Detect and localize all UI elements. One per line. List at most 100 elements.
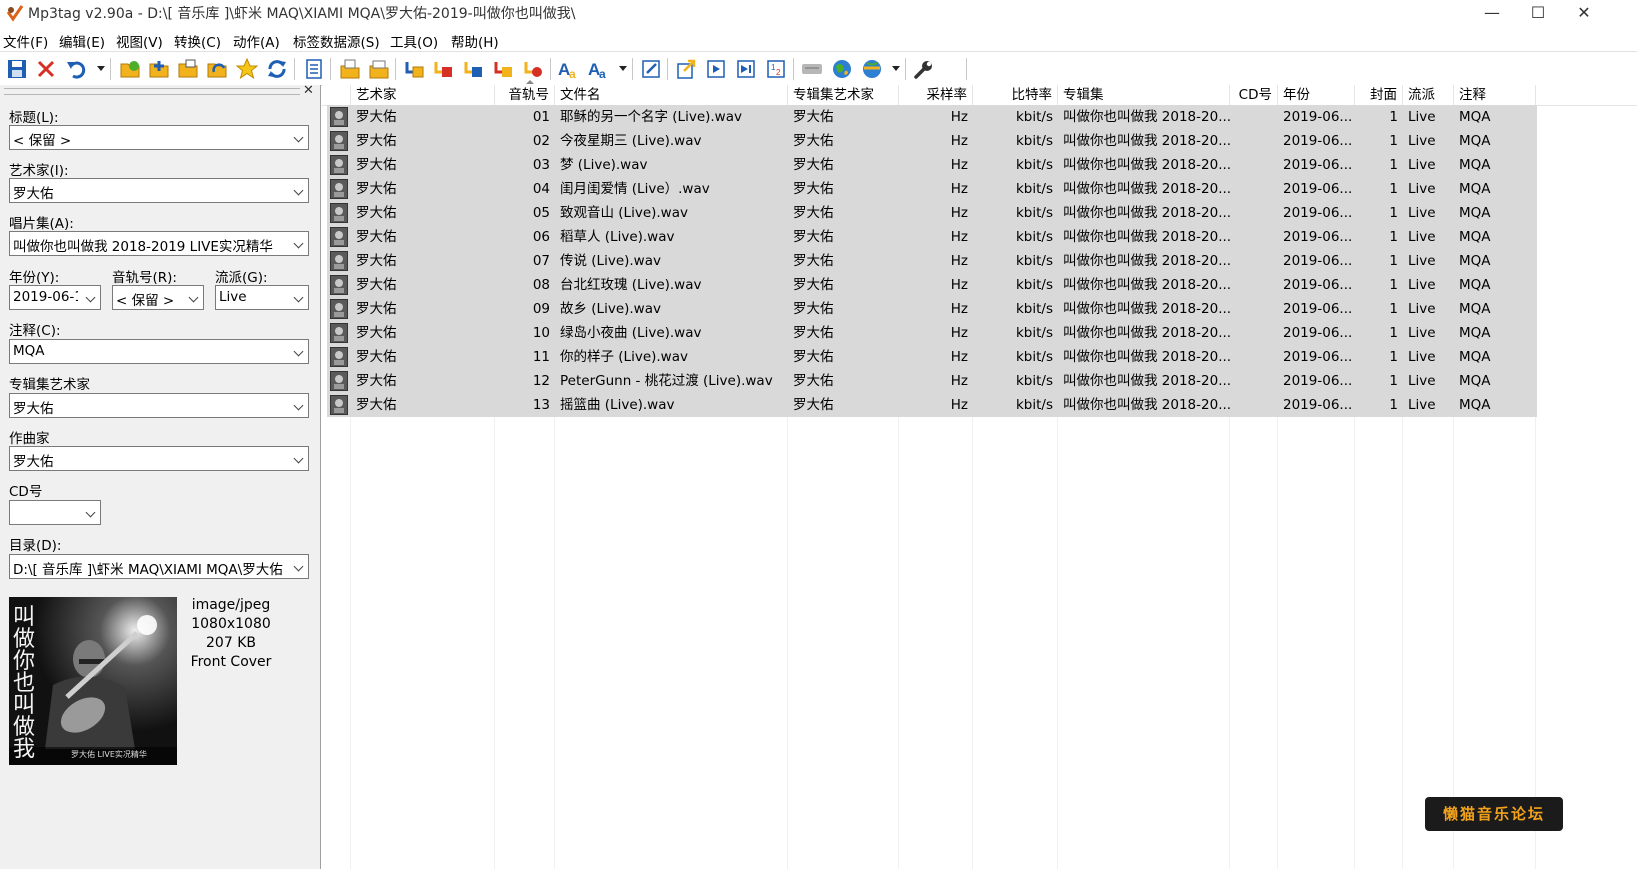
comment-combo[interactable]: MQA [9, 339, 309, 364]
remove-tag-icon[interactable] [33, 56, 59, 82]
header-samplerate[interactable]: 采样率 [899, 85, 973, 105]
table-row[interactable]: 罗大佑 01 耶稣的另一个名字 (Live).wav 罗大佑 Hz kbit/s 叫做你也叫… [327, 105, 1537, 129]
album-combo[interactable]: 叫做你也叫做我 2018-2019 LIVE实况精华 [9, 231, 309, 256]
table-row[interactable]: 罗大佑 04 闺月闺爱情 (Live）.wav 罗大佑 Hz kbit/s 叫做你也叫做我 … [327, 177, 1537, 201]
cell-disc [1230, 393, 1278, 417]
table-row[interactable]: 罗大佑 07 传说 (Live).wav 罗大佑 Hz kbit/s 叫做你也叫做我 201… [327, 249, 1537, 273]
save-icon[interactable] [4, 56, 30, 82]
header-filename[interactable]: 文件名 [555, 85, 788, 105]
menu-tag-sources[interactable]: 标签数据源(S) [293, 31, 380, 51]
header-icon-column[interactable] [322, 85, 351, 105]
maximize-button[interactable]: ☐ [1515, 0, 1561, 28]
web-source-dropdown-icon[interactable] [892, 66, 900, 71]
header-disc[interactable]: CD号 [1230, 85, 1278, 105]
cell-samplerate: Hz [950, 277, 968, 293]
numbering-icon[interactable]: 12 [763, 56, 789, 82]
favorite-star-icon[interactable] [234, 56, 260, 82]
menu-actions[interactable]: 动作(A) [233, 31, 280, 51]
menu-tools[interactable]: 工具(O) [390, 31, 438, 51]
minimize-button[interactable]: — [1469, 0, 1515, 28]
artist-combo[interactable]: 罗大佑 [9, 178, 309, 203]
table-row[interactable]: 罗大佑 08 台北红玫瑰 (Live).wav 罗大佑 Hz kbit/s 叫做你也叫做我 … [327, 273, 1537, 297]
table-row[interactable]: 罗大佑 06 稻草人 (Live).wav 罗大佑 Hz kbit/s 叫做你也叫做我 20… [327, 225, 1537, 249]
header-comment[interactable]: 注释 [1454, 85, 1536, 105]
convert-icon[interactable] [401, 56, 427, 82]
menu-edit[interactable]: 编辑(E) [59, 31, 105, 51]
header-album[interactable]: 专辑集 [1058, 85, 1230, 105]
header-album-artist[interactable]: 专辑集艺术家 [788, 85, 899, 105]
header-year[interactable]: 年份 [1278, 85, 1355, 105]
album-artist-combo[interactable]: 罗大佑 [9, 393, 309, 418]
options-wrench-icon[interactable] [911, 56, 937, 82]
table-row[interactable]: 罗大佑 03 梦 (Live).wav 罗大佑 Hz kbit/s 叫做你也叫做我 2018… [327, 153, 1537, 177]
actions-dropdown-icon[interactable] [619, 66, 627, 71]
menu-bar: 文件(F) 编辑(E) 视图(V) 转换(C) 动作(A) 标签数据源(S) 工… [0, 28, 1637, 51]
year-combo[interactable]: 2019-06-18 [9, 285, 101, 310]
header-bitrate[interactable]: 比特率 [973, 85, 1058, 105]
genre-combo[interactable]: Live [215, 285, 309, 310]
refresh-icon[interactable] [264, 56, 290, 82]
playlist-2-icon[interactable] [733, 56, 759, 82]
table-row[interactable]: 罗大佑 05 致观音山 (Live).wav 罗大佑 Hz kbit/s 叫做你也叫做我 2… [327, 201, 1537, 225]
case-conversion-icon[interactable]: Aa [556, 56, 582, 82]
cell-bitrate: kbit/s [1015, 397, 1053, 413]
add-directory-icon[interactable] [146, 56, 172, 82]
table-row[interactable]: 罗大佑 02 今夜星期三 (Live).wav 罗大佑 Hz kbit/s 叫做你也叫做我 … [327, 129, 1537, 153]
cell-year: 2019-06... [1283, 277, 1353, 293]
composer-combo[interactable]: 罗大佑 [9, 446, 309, 471]
title-label: 标题(L): [9, 110, 59, 126]
playlist-icon[interactable] [703, 56, 729, 82]
cell-samplerate: Hz [950, 397, 968, 413]
menu-file[interactable]: 文件(F) [3, 31, 48, 51]
cell-disc [1230, 129, 1278, 153]
header-track[interactable]: 音轨号 [495, 85, 555, 105]
disc-combo[interactable] [9, 500, 101, 525]
change-directory-icon[interactable] [117, 56, 143, 82]
table-row[interactable]: 罗大佑 12 PeterGunn - 桃花过渡 (Live).wav 罗大佑 Hz kbi… [327, 369, 1537, 393]
open-folder-icon[interactable] [175, 56, 201, 82]
table-row[interactable]: 罗大佑 13 摇篮曲 (Live).wav 罗大佑 Hz kbit/s 叫做你也叫做我 20… [327, 393, 1537, 417]
menu-help[interactable]: 帮助(H) [451, 31, 499, 51]
actions-icon[interactable]: Aa [586, 56, 612, 82]
freedb-icon[interactable] [799, 56, 825, 82]
cover-art-image[interactable]: 叫做你也叫做我 罗大佑 LIVE实况精华 [9, 597, 177, 765]
track-combo[interactable]: < 保留 > [112, 285, 204, 310]
filename-to-tag-icon[interactable] [366, 56, 392, 82]
convert-5-icon[interactable] [520, 56, 546, 82]
table-row[interactable]: 罗大佑 10 绿岛小夜曲 (Live).wav 罗大佑 Hz kbit/s 叫做你也叫做我 … [327, 321, 1537, 345]
edit-icon[interactable] [638, 56, 664, 82]
close-window-button[interactable]: ✕ [1561, 0, 1607, 28]
close-panel-icon[interactable]: ✕ [303, 83, 314, 98]
menu-convert[interactable]: 转换(C) [174, 31, 221, 51]
table-row[interactable]: 罗大佑 09 故乡 (Live).wav 罗大佑 Hz kbit/s 叫做你也叫做我 201… [327, 297, 1537, 321]
cell-year: 2019-06... [1283, 133, 1353, 149]
cell-artist: 罗大佑 [356, 229, 397, 245]
header-artist[interactable]: 艺术家 [351, 85, 495, 105]
cell-album-artist: 罗大佑 [793, 325, 834, 341]
table-row[interactable]: 罗大佑 11 你的样子 (Live).wav 罗大佑 Hz kbit/s 叫做你也叫做我 2… [327, 345, 1537, 369]
convert-4-icon[interactable] [490, 56, 516, 82]
album-artist-value: 罗大佑 [13, 401, 54, 417]
file-list[interactable]: 艺术家 音轨号 文件名 专辑集艺术家 采样率 比特率 专辑集 CD号 年份 封面 流派 注释 罗大佑 0… [322, 85, 1637, 869]
convert-3-icon[interactable] [460, 56, 486, 82]
directory-combo[interactable]: D:\[ 音乐库 ]\虾米 MAQ\XIAMI MQA\罗大佑 [9, 554, 309, 579]
favorite-folder-icon[interactable] [204, 56, 230, 82]
menu-view[interactable]: 视图(V) [116, 31, 163, 51]
web-source-2-icon[interactable] [859, 56, 885, 82]
extended-tags-icon[interactable] [301, 56, 327, 82]
cell-samplerate: Hz [950, 157, 968, 173]
undo-icon[interactable] [63, 56, 89, 82]
album-artist-label: 专辑集艺术家 [9, 377, 90, 393]
cell-album: 叫做你也叫做我 2018-20... [1063, 325, 1230, 341]
composer-label: 作曲家 [9, 431, 50, 447]
title-combo[interactable]: < 保留 > [9, 125, 309, 150]
panel-grip[interactable] [4, 88, 300, 95]
header-genre[interactable]: 流派 [1403, 85, 1454, 105]
toolbar-separator [667, 58, 668, 80]
convert-2-icon[interactable] [430, 56, 456, 82]
export-icon[interactable] [673, 56, 699, 82]
undo-dropdown-icon[interactable] [97, 66, 105, 71]
web-source-icon[interactable] [829, 56, 855, 82]
header-cover[interactable]: 封面 [1355, 85, 1403, 105]
tag-to-filename-icon[interactable] [337, 56, 363, 82]
